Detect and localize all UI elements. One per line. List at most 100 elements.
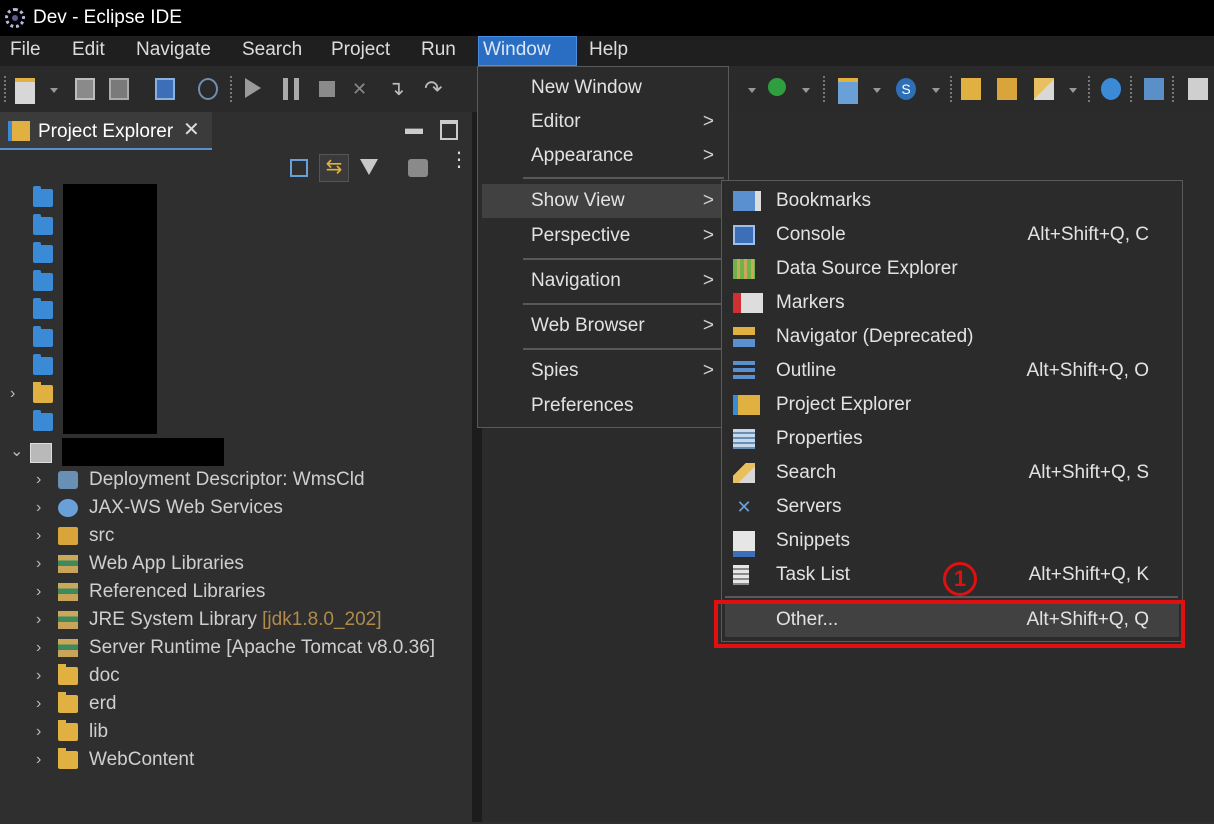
expand-chevron-icon[interactable]: › — [36, 494, 50, 522]
step-over-icon[interactable]: ↷ — [424, 78, 444, 100]
highlight-box — [714, 600, 1185, 648]
menu-item-shortcut: Alt+Shift+Q, S — [1028, 462, 1149, 483]
expand-chevron-icon[interactable]: › — [36, 718, 50, 746]
expand-chevron-icon[interactable]: › — [10, 380, 24, 408]
library-icon — [58, 555, 78, 573]
menu-item-markers[interactable]: Markers — [725, 286, 1179, 320]
menu-item-preferences[interactable]: Preferences — [482, 389, 724, 423]
tree-label: Web App Libraries — [89, 553, 244, 574]
expand-chevron-icon[interactable]: › — [36, 578, 50, 606]
menu-item-servers[interactable]: ✕ Servers — [725, 490, 1179, 524]
java-ee-perspective-icon[interactable] — [1188, 78, 1208, 100]
new-dropdown-icon[interactable] — [50, 88, 58, 93]
tree-label: erd — [89, 693, 117, 714]
data-source-icon — [733, 259, 755, 279]
menu-item-search[interactable]: Search Alt+Shift+Q, S — [725, 456, 1179, 490]
view-menu-icon[interactable]: ⋮ — [449, 150, 469, 170]
task-list-icon — [733, 565, 749, 585]
collapse-all-icon[interactable] — [290, 159, 308, 177]
link-with-editor-icon[interactable]: ⇆ — [319, 154, 349, 182]
expand-chevron-icon[interactable]: › — [36, 522, 50, 550]
menu-project[interactable]: Project — [327, 36, 394, 66]
menu-item-outline[interactable]: Outline Alt+Shift+Q, O — [725, 354, 1179, 388]
tree-label: Server Runtime [Apache Tomcat v8.0.36] — [89, 637, 436, 658]
expand-chevron-icon[interactable]: › — [36, 662, 50, 690]
resume-icon[interactable] — [245, 78, 261, 98]
folder-icon — [58, 692, 78, 713]
expand-chevron-icon[interactable]: › — [36, 746, 50, 774]
menu-item-editor[interactable]: Editor > — [482, 105, 724, 139]
menu-item-label: Show View — [531, 190, 625, 211]
menu-item-label: Console — [776, 224, 846, 245]
skip-breakpoints-icon[interactable] — [198, 78, 218, 100]
menu-item-label: Markers — [776, 292, 845, 313]
expand-chevron-icon[interactable]: › — [36, 550, 50, 578]
menu-item-label: Navigator (Deprecated) — [776, 326, 974, 347]
menu-item-appearance[interactable]: Appearance > — [482, 139, 724, 173]
open-type-icon[interactable] — [961, 78, 981, 100]
menu-navigate[interactable]: Navigate — [132, 36, 215, 66]
menu-run[interactable]: Run — [417, 36, 460, 66]
tab-project-explorer[interactable]: Project Explorer ✕ — [0, 112, 212, 150]
menu-item-bookmarks[interactable]: Bookmarks — [725, 184, 1179, 218]
menu-item-spies[interactable]: Spies > — [482, 354, 724, 388]
menu-item-show-view[interactable]: Show View > — [482, 184, 724, 218]
class-dropdown-icon[interactable] — [932, 88, 940, 93]
project-icon — [33, 270, 53, 291]
minimize-icon[interactable]: ▬ — [405, 118, 423, 139]
filter-icon[interactable] — [360, 159, 378, 175]
expand-chevron-icon[interactable]: › — [36, 466, 50, 494]
menu-item-label: Appearance — [531, 145, 634, 166]
menu-item-web-browser[interactable]: Web Browser > — [482, 309, 724, 343]
collapse-chevron-icon[interactable]: ⌄ — [10, 438, 24, 466]
menu-item-data-source-explorer[interactable]: Data Source Explorer — [725, 252, 1179, 286]
menu-file[interactable]: File — [6, 36, 45, 66]
run-icon[interactable] — [768, 78, 786, 96]
expand-chevron-icon[interactable]: › — [36, 690, 50, 718]
menu-item-project-explorer[interactable]: Project Explorer — [725, 388, 1179, 422]
menu-separator — [523, 348, 724, 350]
search-dropdown-icon[interactable] — [1069, 88, 1077, 93]
disconnect-icon[interactable]: ✕ — [352, 78, 372, 100]
close-icon[interactable]: ✕ — [183, 120, 201, 140]
new-java-class-icon[interactable]: S — [896, 78, 916, 100]
project-icon — [33, 326, 53, 347]
new-icon[interactable] — [15, 78, 35, 104]
menu-search[interactable]: Search — [238, 36, 306, 66]
focus-icon[interactable] — [408, 159, 428, 177]
server-dropdown-icon[interactable] — [873, 88, 881, 93]
dropdown-icon[interactable] — [748, 88, 756, 93]
window-menu: New Window Editor > Appearance > Show View… — [477, 66, 729, 428]
menu-item-new-window[interactable]: New Window — [482, 71, 724, 105]
run-dropdown-icon[interactable] — [802, 88, 810, 93]
menu-item-properties[interactable]: Properties — [725, 422, 1179, 456]
expand-chevron-icon[interactable]: › — [36, 606, 50, 634]
folder-icon — [58, 664, 78, 685]
suspend-icon[interactable] — [283, 78, 299, 100]
menu-item-console[interactable]: Console Alt+Shift+Q, C — [725, 218, 1179, 252]
terminal-icon[interactable] — [155, 78, 175, 100]
save-all-icon[interactable] — [109, 78, 129, 100]
expand-chevron-icon[interactable]: › — [36, 634, 50, 662]
open-resource-icon[interactable] — [997, 78, 1017, 100]
project-explorer-view: Project Explorer ✕ ▬ ⇆ ⋮ › ⌄ › Deploymen… — [0, 112, 472, 822]
menu-item-navigation[interactable]: Navigation > — [482, 264, 724, 298]
save-icon[interactable] — [75, 78, 95, 100]
maximize-icon[interactable] — [440, 120, 458, 140]
menu-item-snippets[interactable]: Snippets — [725, 524, 1179, 558]
search-icon[interactable] — [1034, 78, 1054, 100]
terminate-icon[interactable] — [319, 81, 335, 97]
new-server-icon[interactable] — [838, 78, 858, 104]
menu-item-navigator[interactable]: Navigator (Deprecated) — [725, 320, 1179, 354]
menu-edit[interactable]: Edit — [68, 36, 109, 66]
perspective-icon[interactable] — [1144, 78, 1164, 100]
project-icon — [33, 298, 53, 319]
properties-icon — [733, 429, 755, 449]
step-into-icon[interactable]: ↴ — [388, 78, 408, 100]
menu-help[interactable]: Help — [585, 36, 632, 66]
menu-item-perspective[interactable]: Perspective > — [482, 219, 724, 253]
folder-icon — [58, 748, 78, 769]
navigator-icon — [733, 327, 755, 347]
menu-window[interactable]: Window — [478, 36, 577, 66]
web-browser-icon[interactable] — [1101, 78, 1121, 100]
